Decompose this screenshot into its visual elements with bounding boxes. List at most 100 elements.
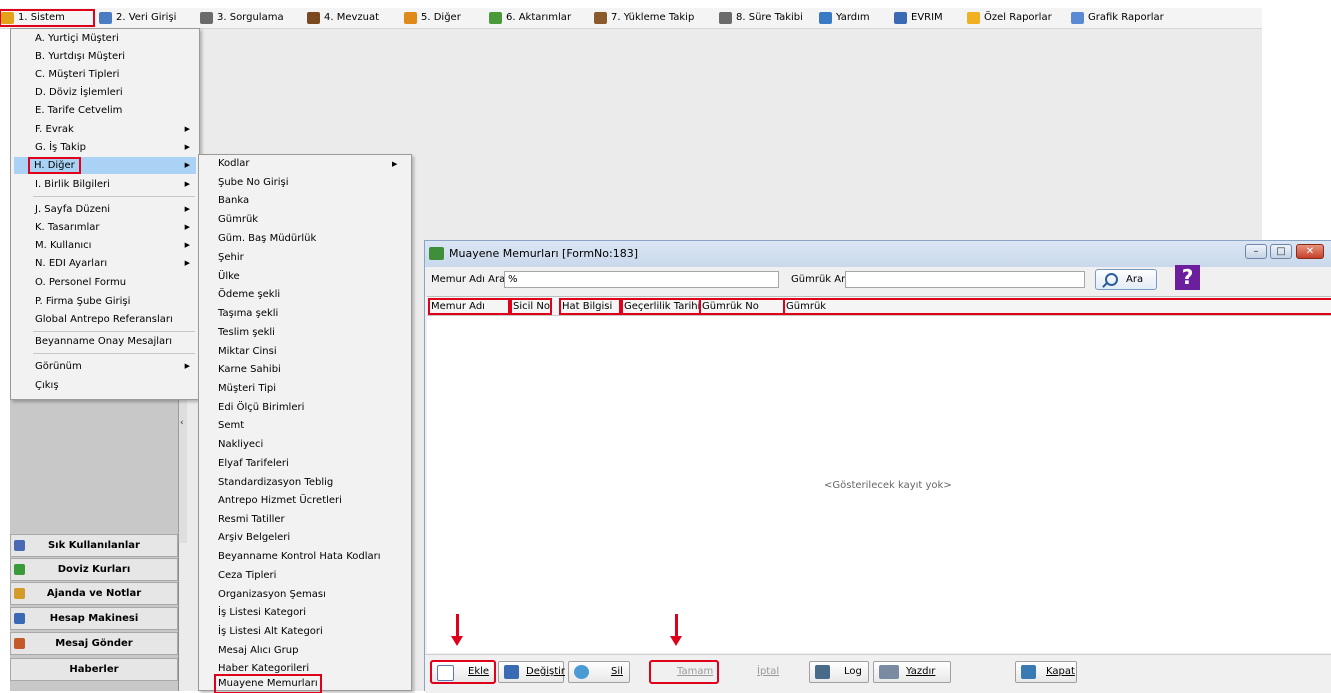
submenu-item[interactable]: Resmi Tatiller: [215, 511, 288, 529]
submenu-item[interactable]: İş Listesi Alt Kategori: [215, 623, 326, 641]
submenu-item[interactable]: Beyanname Kontrol Hata Kodları: [215, 548, 384, 566]
menu-yardim[interactable]: Yardım: [818, 10, 870, 26]
submenu-item-label: Resmi Tatiller: [218, 514, 285, 525]
submenu-item[interactable]: Teslim şekli: [215, 324, 278, 342]
menu-ozel-raporlar[interactable]: Özel Raporlar: [966, 10, 1052, 26]
close-form-button[interactable]: Kapat: [1015, 661, 1077, 683]
submenu-item[interactable]: Ödeme şekli: [215, 286, 283, 304]
column-hat-bilgisi[interactable]: Hat Bilgisi: [559, 298, 621, 315]
menu-yukleme-takip[interactable]: 7. Yükleme Takip: [593, 10, 694, 26]
menu-item[interactable]: M. Kullanıcı ▶: [14, 237, 196, 254]
submenu-item[interactable]: Güm. Baş Müdürlük: [215, 230, 319, 248]
maximize-button[interactable]: □: [1270, 244, 1292, 259]
submenu-arrow-icon: ▶: [184, 143, 190, 151]
records-grid[interactable]: Memur Adı Sicil No Hat Bilgisi Geçerlili…: [427, 296, 1331, 653]
submenu-item[interactable]: Ceza Tipleri: [215, 567, 279, 585]
submenu-item-label: Miktar Cinsi: [218, 346, 277, 357]
column-gecerlilik-tarihi[interactable]: Geçerlilik Tarihi: [621, 298, 701, 315]
submenu-item[interactable]: Şehir: [215, 249, 247, 267]
gumruk-search-input[interactable]: [845, 271, 1085, 288]
collapse-arrow-icon[interactable]: ‹: [180, 418, 184, 428]
menu-item[interactable]: F. Evrak ▶: [14, 121, 196, 138]
menu-item[interactable]: K. Tasarımlar ▶: [14, 219, 196, 236]
submenu-item[interactable]: Antrepo Hizmet Ücretleri: [215, 492, 345, 510]
menu-evrim[interactable]: EVRIM: [893, 10, 943, 26]
help-icon[interactable]: ?: [1175, 265, 1200, 290]
submenu-item[interactable]: Miktar Cinsi: [215, 343, 280, 361]
menu-item[interactable]: Beyanname Onay Mesajları: [14, 333, 196, 350]
cancel-button[interactable]: İptal: [724, 661, 786, 683]
submenu-item[interactable]: Nakliyeci: [215, 436, 266, 454]
submenu-arrow-icon: ▶: [184, 180, 190, 188]
submenu-arrow-icon: ▶: [184, 205, 190, 213]
column-gumruk-no[interactable]: Gümrük No: [699, 298, 785, 315]
submenu-item[interactable]: Karne Sahibi: [215, 361, 284, 379]
edit-button-label: Değiştir: [526, 666, 565, 677]
submenu-item[interactable]: Organizasyon Şeması: [215, 586, 329, 604]
menu-item[interactable]: Global Antrepo Referansları: [14, 311, 196, 328]
menu-separator: [33, 331, 195, 332]
delete-button-label: Sil: [611, 666, 623, 677]
menu-item-diger[interactable]: H. Diğer ▶: [14, 157, 196, 174]
submenu-item[interactable]: Banka: [215, 192, 252, 210]
submenu-item[interactable]: Elyaf Tarifeleri: [215, 455, 292, 473]
submenu-item[interactable]: Standardizasyon Teblig: [215, 474, 336, 492]
menu-item[interactable]: G. İş Takip ▶: [14, 139, 196, 156]
submenu-item[interactable]: Mesaj Alıcı Grup: [215, 642, 301, 660]
menu-item[interactable]: B. Yurtdışı Müşteri: [14, 48, 196, 65]
ok-button[interactable]: Tamam: [649, 660, 719, 684]
menu-veri-girisi[interactable]: 2. Veri Girişi: [98, 10, 176, 26]
submenu-item[interactable]: Gümrük: [215, 211, 261, 229]
column-gumruk[interactable]: Gümrük: [783, 298, 1331, 315]
menu-aktarimlar[interactable]: 6. Aktarımlar: [488, 10, 571, 26]
submenu-item[interactable]: Ülke: [215, 268, 243, 286]
print-button[interactable]: Yazdır: [873, 661, 951, 683]
menu-sure-takibi[interactable]: 8. Süre Takibi: [718, 10, 803, 26]
submenu-item[interactable]: İş Listesi Kategori: [215, 604, 309, 622]
menu-item[interactable]: P. Firma Şube Girişi: [14, 293, 196, 310]
calculator-button[interactable]: Hesap Makinesi: [10, 607, 178, 630]
menu-item[interactable]: Çıkış: [14, 377, 196, 394]
currency-button[interactable]: Doviz Kurları: [10, 558, 178, 581]
edit-button[interactable]: Değiştir: [498, 661, 565, 683]
delete-button[interactable]: Sil: [568, 661, 630, 683]
submenu-item[interactable]: Müşteri Tipi: [215, 380, 279, 398]
menu-item[interactable]: D. Döviz İşlemleri: [14, 84, 196, 101]
memur-search-input[interactable]: %: [504, 271, 779, 288]
close-button[interactable]: ✕: [1296, 244, 1324, 259]
log-button-label: Log: [844, 666, 862, 677]
submenu-item[interactable]: Semt: [215, 417, 247, 435]
menu-mevzuat[interactable]: 4. Mevzuat: [306, 10, 379, 26]
log-button[interactable]: Log: [809, 661, 869, 683]
favorites-button[interactable]: Sık Kullanılanlar: [10, 534, 178, 557]
add-button[interactable]: Ekle: [430, 660, 496, 684]
column-memur-adi[interactable]: Memur Adı: [428, 298, 510, 315]
menu-item[interactable]: O. Personel Formu: [14, 274, 196, 291]
cancel-button-label: İptal: [757, 666, 780, 677]
search-button[interactable]: Ara: [1095, 269, 1157, 290]
menu-item[interactable]: J. Sayfa Düzeni ▶: [14, 201, 196, 218]
menu-item[interactable]: N. EDI Ayarları ▶: [14, 255, 196, 272]
submenu-item[interactable]: Şube No Girişi: [215, 174, 292, 192]
menu-sistem[interactable]: 1. Sistem: [0, 9, 95, 27]
window-titlebar[interactable]: Muayene Memurları [FormNo:183] – □ ✕: [425, 241, 1331, 267]
menu-item[interactable]: E. Tarife Cetvelim: [14, 102, 196, 119]
menu-item[interactable]: C. Müşteri Tipleri: [14, 66, 196, 83]
agenda-button[interactable]: Ajanda ve Notlar: [10, 582, 178, 605]
submenu-item[interactable]: Kodlar ▶: [215, 155, 397, 173]
menu-sorgulama[interactable]: 3. Sorgulama: [199, 10, 284, 26]
menu-grafik-raporlar[interactable]: Grafik Raporlar: [1070, 10, 1164, 26]
menu-item[interactable]: A. Yurtiçi Müşteri: [14, 30, 196, 47]
menu-item[interactable]: I. Birlik Bilgileri ▶: [14, 176, 196, 193]
submenu-item[interactable]: Arşiv Belgeleri: [215, 529, 293, 547]
submenu-item[interactable]: Taşıma şekli: [215, 305, 281, 323]
column-sicil-no[interactable]: Sicil No: [510, 298, 552, 315]
menu-diger[interactable]: 5. Diğer: [403, 10, 461, 26]
minimize-button[interactable]: –: [1245, 244, 1267, 259]
send-message-button[interactable]: Mesaj Gönder: [10, 632, 178, 655]
submenu-item-muayene-memurlari[interactable]: Muayene Memurları: [214, 674, 322, 693]
submenu-item[interactable]: Edi Ölçü Birimleri: [215, 399, 307, 417]
news-button[interactable]: Haberler: [10, 658, 178, 681]
menu-item[interactable]: Görünüm ▶: [14, 358, 196, 375]
calendar-icon: [719, 12, 732, 24]
